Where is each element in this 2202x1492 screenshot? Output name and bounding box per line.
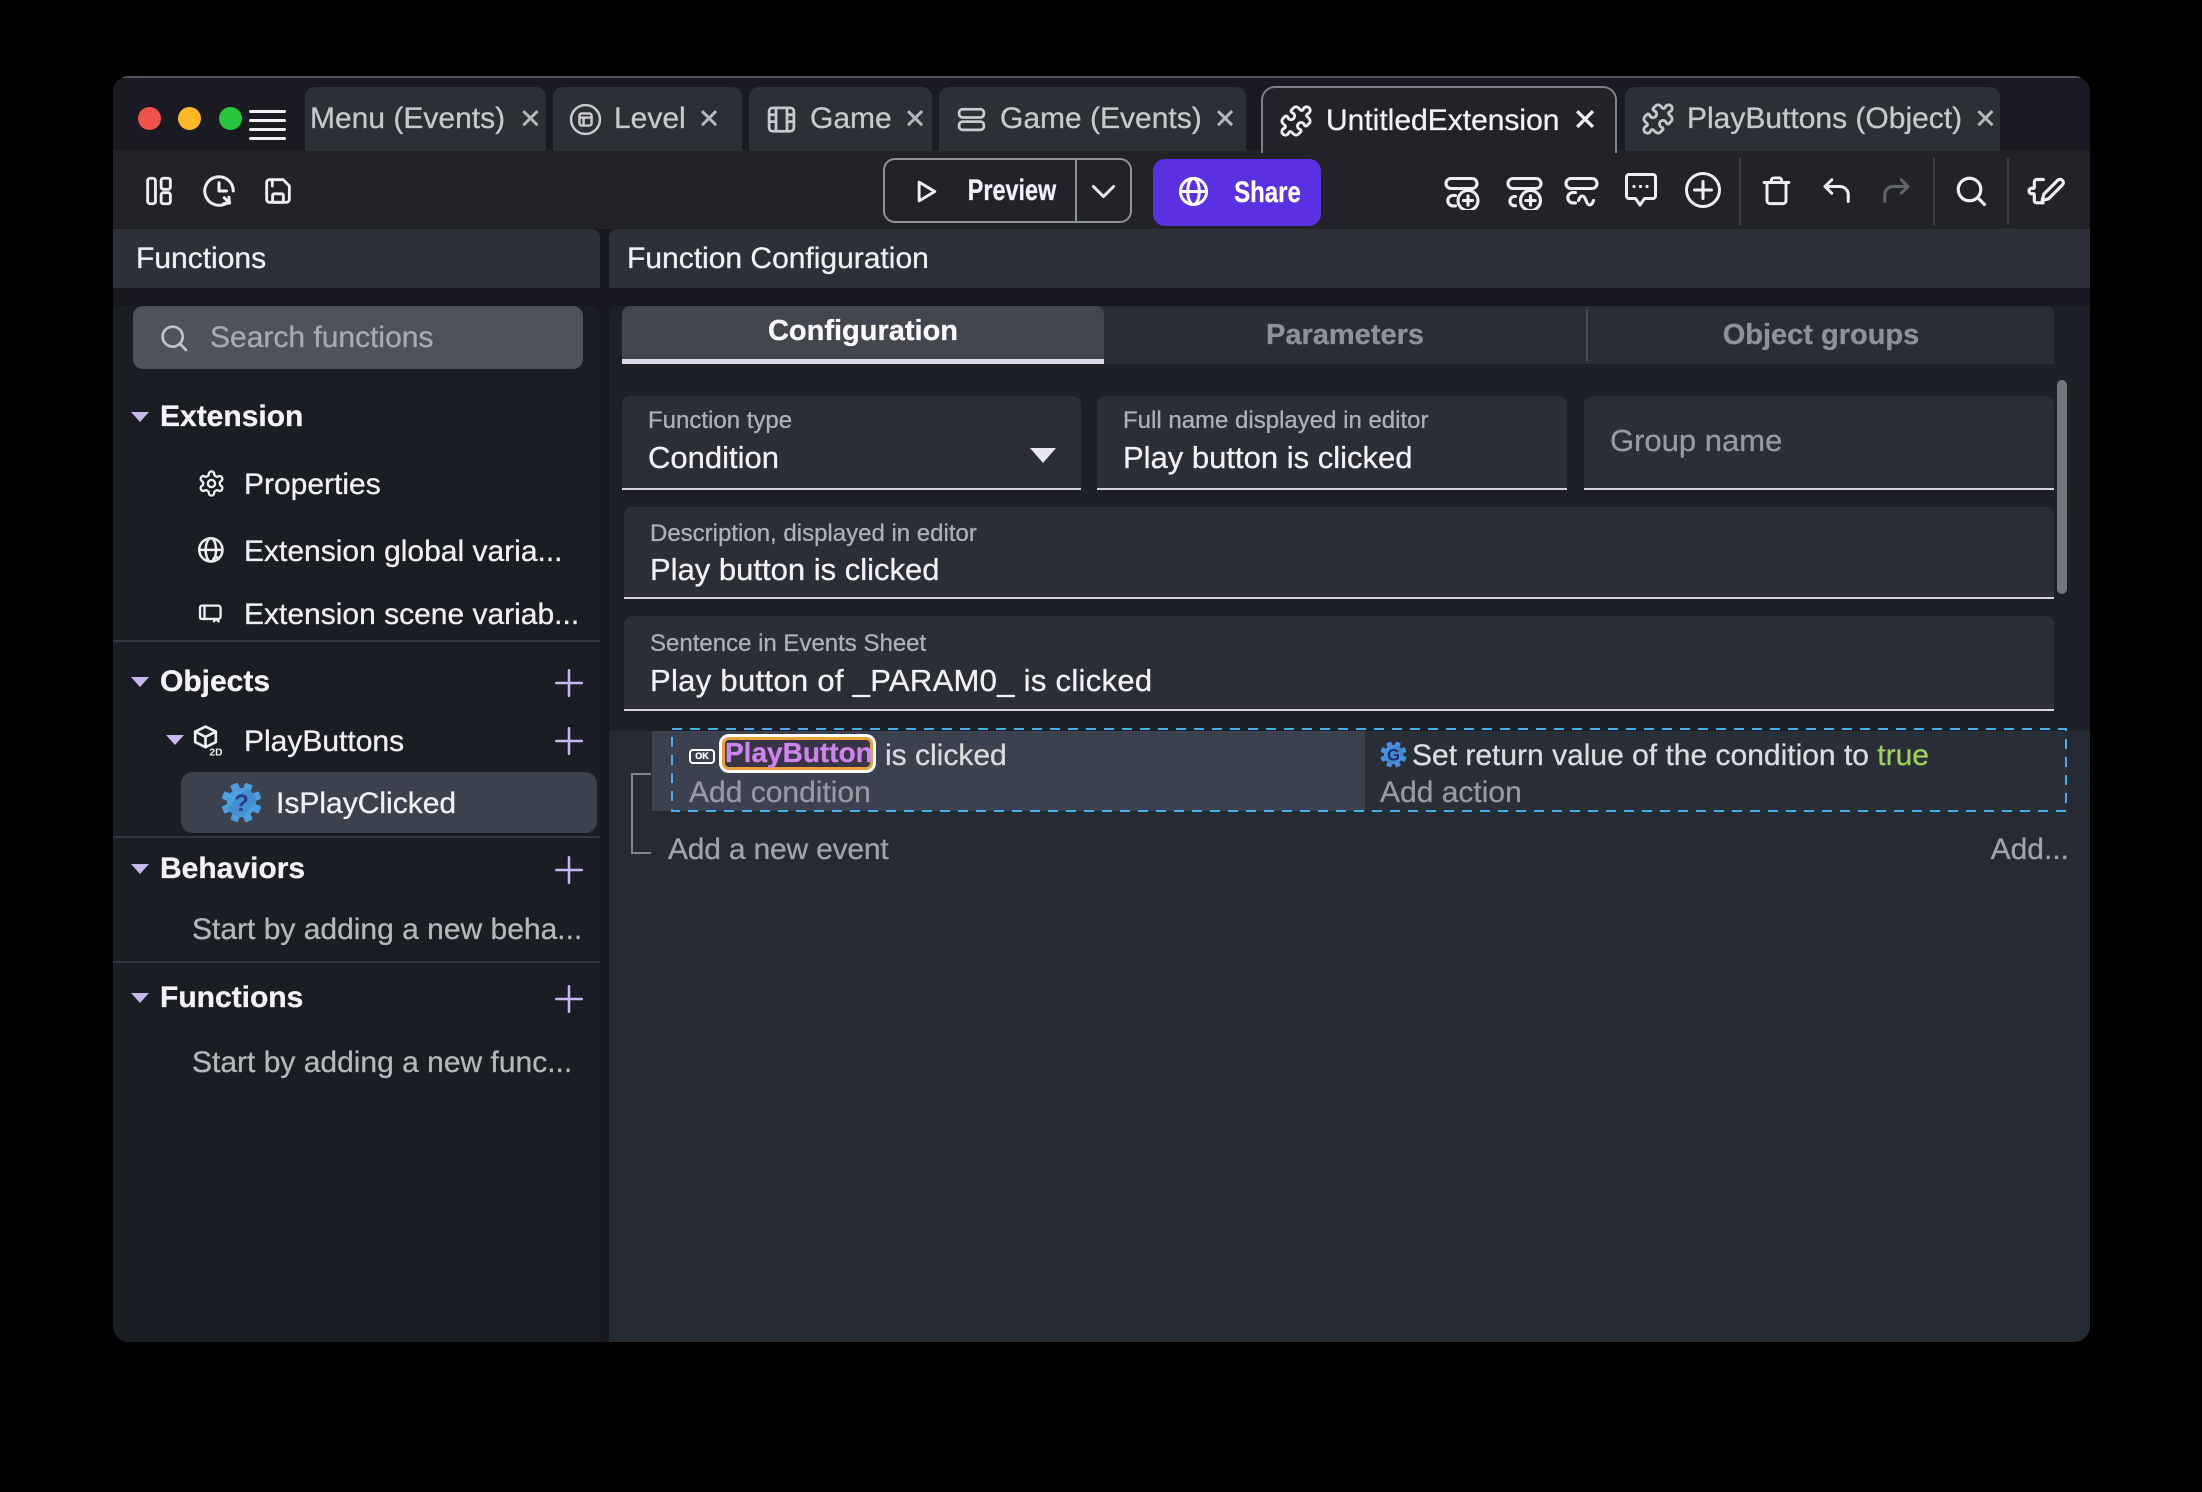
svg-text:2D: 2D [209, 747, 222, 758]
svg-text:?: ? [234, 790, 249, 817]
svg-text:G: G [1387, 746, 1400, 764]
